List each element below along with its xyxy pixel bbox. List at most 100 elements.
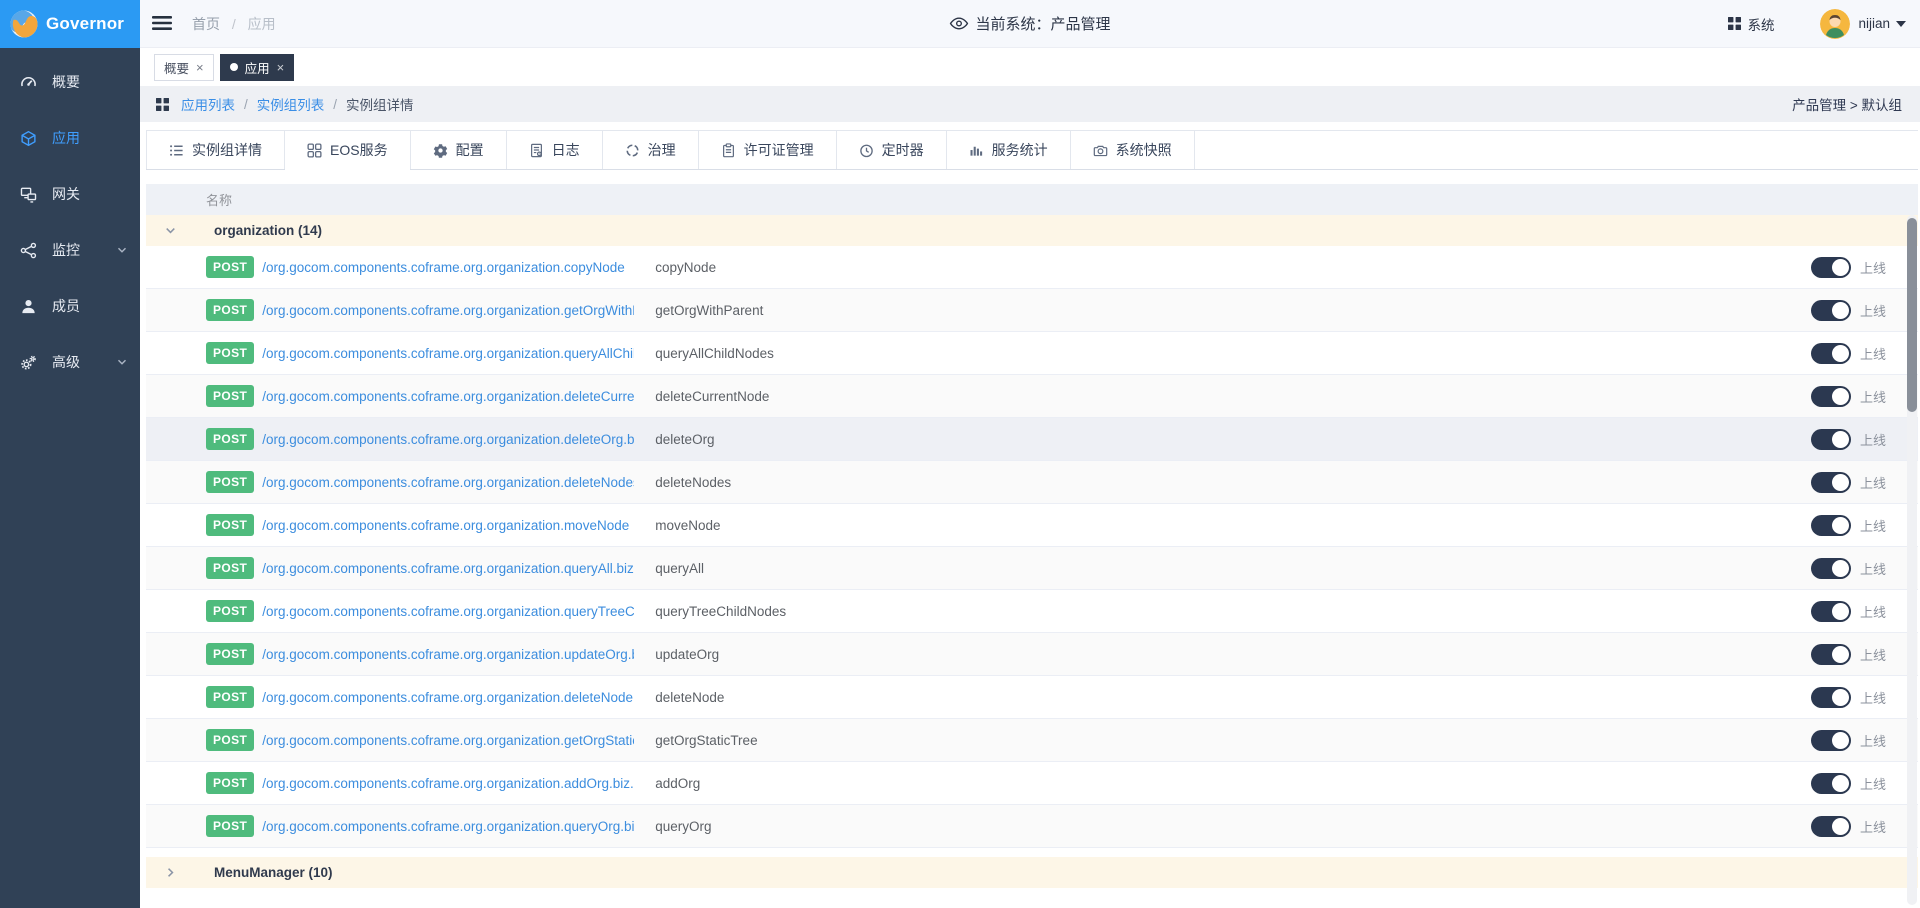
breadcrumb-separator: / <box>333 97 337 112</box>
service-row: POST /org.gocom.components.coframe.org.o… <box>146 590 1918 633</box>
caret-down-icon[interactable] <box>1896 21 1906 27</box>
username[interactable]: nijian <box>1858 16 1890 31</box>
method-badge: POST <box>206 514 254 536</box>
breadcrumb-home[interactable]: 首页 <box>192 16 220 32</box>
toggle-knob <box>1832 259 1849 276</box>
service-row: POST /org.gocom.components.coframe.org.o… <box>146 461 1918 504</box>
service-path-link[interactable]: /org.gocom.components.coframe.org.organi… <box>262 604 634 619</box>
online-toggle[interactable] <box>1811 257 1851 278</box>
online-toggle[interactable] <box>1811 644 1851 665</box>
service-path-link[interactable]: /org.gocom.components.coframe.org.organi… <box>262 389 634 404</box>
system-menu-button[interactable]: 系统 <box>1728 14 1774 34</box>
service-name: queryTreeChildNodes <box>655 604 786 619</box>
online-label: 上线 <box>1860 688 1886 707</box>
online-toggle[interactable] <box>1811 343 1851 364</box>
hamburger-icon[interactable] <box>152 15 174 33</box>
gear-icon <box>433 143 448 158</box>
service-row: POST /org.gocom.components.coframe.org.o… <box>146 762 1918 805</box>
service-name: copyNode <box>655 260 716 275</box>
service-path-link[interactable]: /org.gocom.components.coframe.org.organi… <box>262 647 634 662</box>
online-toggle[interactable] <box>1811 300 1851 321</box>
service-path-link[interactable]: /org.gocom.components.coframe.org.organi… <box>262 260 634 275</box>
service-group-row[interactable]: organization (14) <box>146 215 1918 246</box>
sidebar-item-gateway[interactable]: 网关 <box>0 166 140 222</box>
current-system-indicator: 当前系统：产品管理 <box>949 13 1110 34</box>
breadcrumb-current: 应用 <box>248 16 276 32</box>
service-name: getOrgWithParent <box>655 303 763 318</box>
tab-snapshot[interactable]: 系统快照 <box>1071 131 1195 169</box>
app-title: Governor <box>46 14 124 34</box>
close-icon[interactable]: × <box>196 61 204 74</box>
sidebar-item-overview[interactable]: 概要 <box>0 54 140 110</box>
tab-timer[interactable]: 定时器 <box>837 131 947 169</box>
online-toggle[interactable] <box>1811 601 1851 622</box>
tab-license[interactable]: 许可证管理 <box>699 131 837 169</box>
service-name: deleteNodes <box>655 475 731 490</box>
online-toggle[interactable] <box>1811 429 1851 450</box>
online-label: 上线 <box>1860 731 1886 750</box>
service-path-link[interactable]: /org.gocom.components.coframe.org.organi… <box>262 346 634 361</box>
service-group-row[interactable]: MenuManager (10) <box>146 857 1918 888</box>
online-toggle[interactable] <box>1811 773 1851 794</box>
online-toggle[interactable] <box>1811 816 1851 837</box>
service-path-link[interactable]: /org.gocom.components.coframe.org.organi… <box>262 733 634 748</box>
app-logo[interactable]: Governor <box>0 0 140 48</box>
avatar[interactable] <box>1820 9 1850 39</box>
toggle-knob <box>1832 818 1849 835</box>
service-path-link[interactable]: /org.gocom.components.coframe.org.organi… <box>262 432 634 447</box>
service-path-link[interactable]: /org.gocom.components.coframe.org.organi… <box>262 475 634 490</box>
service-path-link[interactable]: /org.gocom.components.coframe.org.organi… <box>262 819 634 834</box>
governance-icon <box>625 143 640 158</box>
service-name: deleteNode <box>655 690 724 705</box>
context-path-label: 产品管理 > 默认组 <box>1792 94 1902 114</box>
squares-icon <box>307 143 322 158</box>
tab-config[interactable]: 配置 <box>411 131 507 169</box>
scrollbar[interactable] <box>1907 215 1917 905</box>
online-toggle[interactable] <box>1811 558 1851 579</box>
tab-instance-detail[interactable]: 实例组详情 <box>146 131 285 169</box>
top-header: 首页 / 应用 当前系统：产品管理 系统 nijian <box>140 0 1920 48</box>
breadcrumb-instance-group-list[interactable]: 实例组列表 <box>257 94 325 114</box>
close-icon[interactable]: × <box>277 61 285 74</box>
view-tag-app[interactable]: 应用 × <box>220 54 295 81</box>
tab-eos-service[interactable]: EOS服务 <box>285 131 411 169</box>
tab-governance[interactable]: 治理 <box>603 131 699 169</box>
view-tag-overview[interactable]: 概要 × <box>154 54 214 81</box>
online-toggle[interactable] <box>1811 472 1851 493</box>
method-badge: POST <box>206 428 254 450</box>
timer-icon <box>859 143 874 158</box>
view-tag-label: 应用 <box>245 58 270 77</box>
breadcrumb-app-list[interactable]: 应用列表 <box>181 94 235 114</box>
sidebar-item-advanced[interactable]: 高级 <box>0 334 140 390</box>
service-path-link[interactable]: /org.gocom.components.coframe.org.organi… <box>262 518 634 533</box>
scrollbar-thumb[interactable] <box>1907 218 1917 412</box>
chevron-right-icon <box>164 866 177 879</box>
service-path-link[interactable]: /org.gocom.components.coframe.org.organi… <box>262 303 634 318</box>
tab-label: EOS服务 <box>330 140 388 160</box>
tab-label: 系统快照 <box>1116 140 1172 160</box>
sidebar: Governor 概要 应用 网关 监控 成员 高级 <box>0 0 140 908</box>
online-toggle[interactable] <box>1811 386 1851 407</box>
tab-service-stats[interactable]: 服务统计 <box>947 131 1071 169</box>
online-toggle[interactable] <box>1811 687 1851 708</box>
service-path-link[interactable]: /org.gocom.components.coframe.org.organi… <box>262 776 634 791</box>
online-toggle[interactable] <box>1811 515 1851 536</box>
sidebar-item-label: 网关 <box>52 184 80 204</box>
sidebar-item-member[interactable]: 成员 <box>0 278 140 334</box>
service-path-link[interactable]: /org.gocom.components.coframe.org.organi… <box>262 690 634 705</box>
online-label: 上线 <box>1860 430 1886 449</box>
service-row: POST /org.gocom.components.coframe.org.o… <box>146 719 1918 762</box>
sidebar-item-app[interactable]: 应用 <box>0 110 140 166</box>
service-path-link[interactable]: /org.gocom.components.coframe.org.organi… <box>262 561 634 576</box>
service-name: queryAll <box>655 561 704 576</box>
page-breadcrumb-bar: 应用列表 / 实例组列表 / 实例组详情 产品管理 > 默认组 <box>140 86 1920 122</box>
online-label: 上线 <box>1860 817 1886 836</box>
log-icon <box>529 143 544 158</box>
method-badge: POST <box>206 342 254 364</box>
tab-log[interactable]: 日志 <box>507 131 603 169</box>
service-group-label: organization (14) <box>214 223 322 238</box>
online-label: 上线 <box>1860 602 1886 621</box>
sidebar-item-monitor[interactable]: 监控 <box>0 222 140 278</box>
online-toggle[interactable] <box>1811 730 1851 751</box>
table-body: organization (14) POST /org.gocom.compon… <box>146 215 1918 888</box>
